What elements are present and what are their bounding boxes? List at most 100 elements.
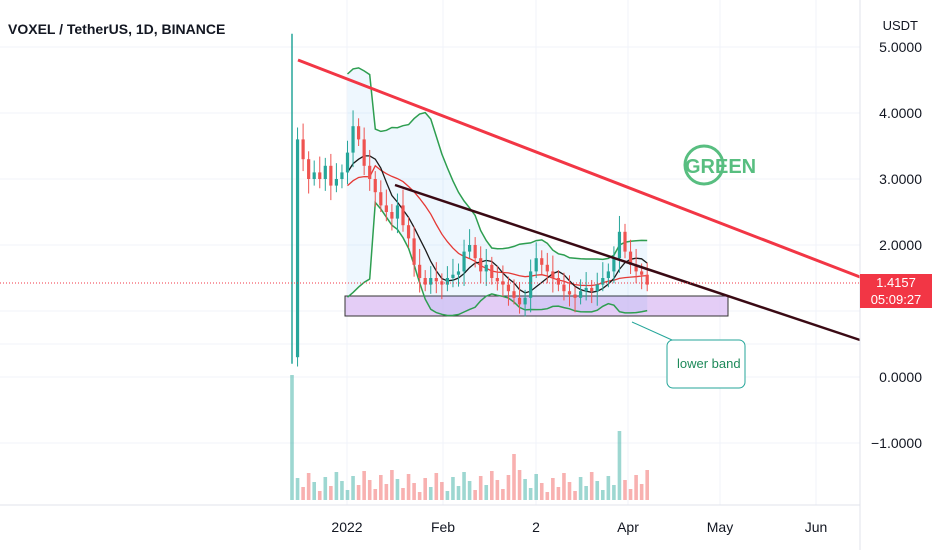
volume-bar (606, 476, 611, 500)
volume-bar (634, 475, 638, 500)
price-tick-label: 0.0000 (879, 369, 922, 385)
volume-bar (473, 490, 477, 500)
volume-bar (539, 483, 544, 500)
volume-bar (545, 492, 550, 500)
volume-bar (484, 485, 489, 500)
volume-bar (340, 481, 344, 500)
candle-body (512, 291, 516, 298)
candle-body (406, 225, 411, 239)
candle-body (434, 278, 438, 282)
candle-body (395, 205, 400, 219)
volume-bar (367, 480, 372, 500)
candle-body (595, 284, 599, 292)
candle-body (423, 278, 427, 285)
volume-bar (423, 478, 427, 500)
volume-bar (601, 490, 605, 500)
candle-body (401, 205, 405, 226)
candle-body (368, 165, 372, 179)
candle-body (490, 264, 494, 278)
countdown-badge: 05:09:27 (860, 291, 932, 308)
volume-bar (434, 473, 439, 500)
candle-body (445, 278, 449, 285)
time-tick-label: May (707, 519, 733, 535)
volume-bar (645, 470, 649, 500)
volume-bar (528, 488, 533, 500)
volume-bar (451, 477, 455, 500)
volume-bar (567, 482, 572, 500)
current-price-badge: 1.4157 (860, 274, 932, 291)
candle-body (384, 205, 388, 212)
candle-body (523, 297, 527, 305)
candle-body (379, 192, 383, 206)
candle-body (495, 278, 499, 282)
volume-bar (595, 481, 600, 500)
volume-bar (440, 482, 444, 500)
volume-bar (578, 477, 583, 500)
volume-bar (551, 478, 555, 500)
volume-bar (390, 470, 394, 500)
candle-body (529, 271, 533, 298)
volume-bars (290, 375, 649, 500)
volume-bar (356, 485, 361, 500)
candle-body (567, 291, 572, 295)
lower-band-callout[interactable]: lower band (631, 321, 746, 389)
volume-bar (406, 474, 411, 500)
candle-body (551, 271, 555, 278)
candle-body (573, 294, 577, 298)
candle-body (612, 258, 616, 272)
candle-body (301, 139, 305, 160)
volume-bar (412, 483, 416, 500)
price-tick-label: 2.0000 (879, 237, 922, 253)
candle-body (329, 165, 333, 186)
volume-bar (445, 491, 450, 500)
green-watermark: GREEN (683, 144, 756, 186)
currency-label: USDT (882, 18, 918, 33)
time-axis[interactable]: 2022 Feb 2 Apr May Jun (0, 504, 860, 535)
candle-body (601, 278, 605, 285)
volume-bar (323, 477, 328, 500)
candle-body (412, 238, 416, 265)
candle-body (590, 287, 594, 292)
price-tick-label: 3.0000 (879, 171, 922, 187)
time-tick-label: 2 (532, 519, 540, 535)
time-tick-label: Feb (431, 519, 455, 535)
candle-body (362, 139, 366, 166)
candle-body (456, 271, 461, 275)
candle-body (351, 126, 355, 153)
volume-bar (379, 475, 383, 500)
volume-bar (495, 480, 500, 500)
candle-body (556, 278, 560, 285)
volume-bar (584, 486, 588, 500)
candle-body (479, 258, 483, 272)
volume-bar (395, 479, 400, 500)
volume-bar (589, 472, 594, 500)
volume-bar (456, 486, 461, 500)
candle-body (562, 284, 566, 292)
candle-body (295, 139, 300, 358)
candle-body (462, 251, 466, 272)
volume-bar (467, 481, 472, 500)
volume-bar (345, 490, 350, 500)
volume-bar (417, 492, 422, 500)
volume-bar (428, 487, 433, 500)
candle-body (468, 245, 472, 252)
candle-body (429, 278, 433, 285)
candle-body (517, 297, 522, 305)
candles (291, 33, 649, 367)
volume-bar (373, 489, 378, 500)
volume-bar (501, 489, 505, 500)
volume-bar (334, 472, 339, 500)
volume-bar (556, 487, 561, 500)
volume-bar (639, 484, 644, 500)
candle-body (390, 212, 394, 219)
candle-body (340, 172, 344, 179)
callout-text: lower band (677, 356, 741, 371)
candle-body (640, 271, 644, 275)
candle-body (373, 179, 377, 193)
candle-body (312, 172, 316, 179)
time-tick-label: Jun (805, 519, 828, 535)
candle-body (307, 159, 311, 179)
candle-body (334, 179, 338, 186)
price-tick-label: −1.0000 (871, 435, 922, 451)
price-chart[interactable]: 5.00004.00003.00002.00000.0000−1.0000 20… (0, 0, 932, 550)
